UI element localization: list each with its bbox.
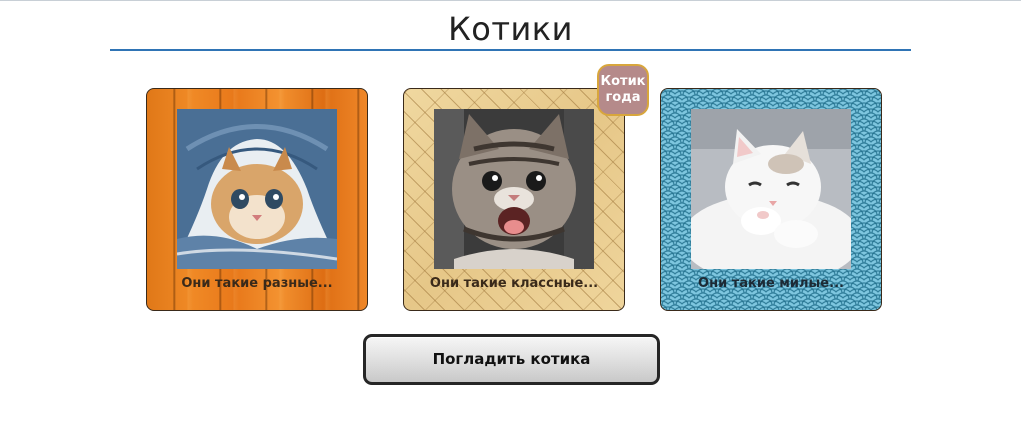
cat-card-1: Они такие разные...	[146, 88, 368, 311]
kitten-photo-1	[177, 109, 337, 269]
title-underline	[110, 49, 911, 51]
cat-of-year-badge: Котик года	[597, 64, 649, 116]
badge-line-1: Котик	[600, 74, 646, 89]
card-caption-1: Они такие разные...	[181, 276, 333, 291]
cat-card-3: Они такие милые...	[660, 88, 882, 311]
cat-card-2: Они такие классные...	[403, 88, 625, 311]
kitten-photo-3	[691, 109, 851, 269]
card-caption-3: Они такие милые...	[698, 276, 844, 291]
badge-line-2: года	[605, 90, 641, 105]
top-border	[0, 0, 1021, 1]
page-title: Котики	[448, 10, 573, 48]
pet-cat-button[interactable]: Погладить котика	[363, 334, 660, 385]
card-caption-2: Они такие классные...	[429, 276, 599, 291]
kitten-photo-2	[434, 109, 594, 269]
